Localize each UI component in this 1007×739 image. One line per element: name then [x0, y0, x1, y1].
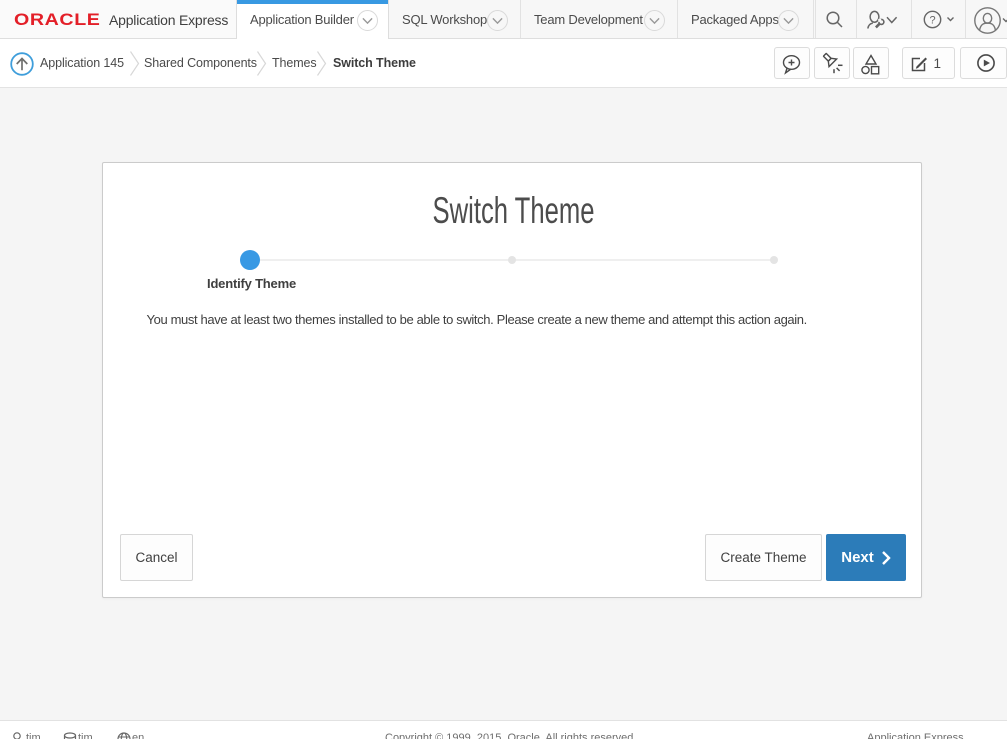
- svg-text:Switch Theme: Switch Theme: [433, 190, 595, 231]
- svg-text:?: ?: [929, 15, 935, 27]
